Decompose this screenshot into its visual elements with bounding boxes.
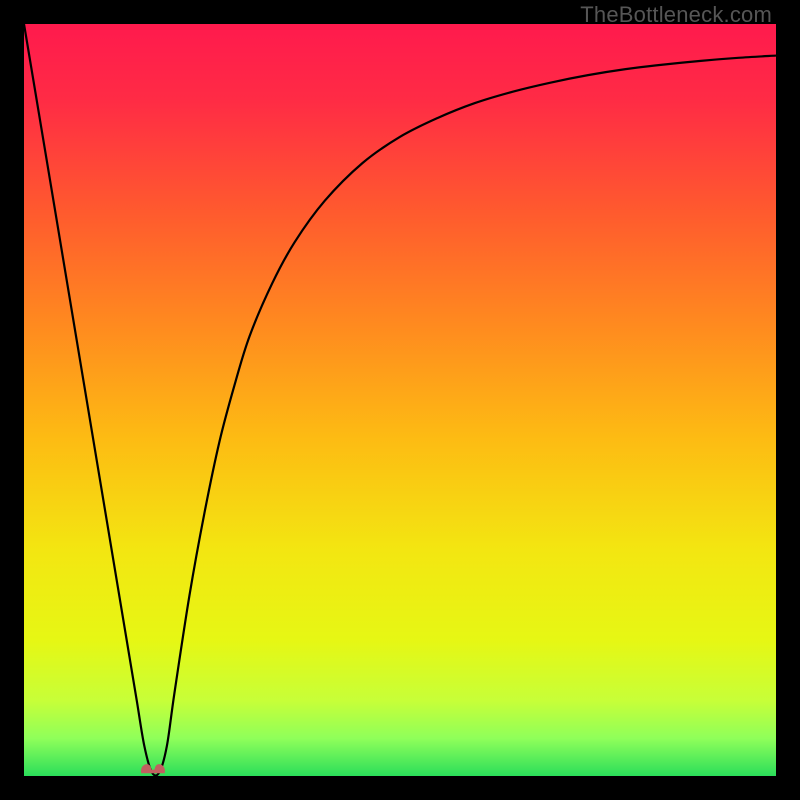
bottleneck-plot — [24, 24, 776, 776]
attribution-text: TheBottleneck.com — [580, 2, 772, 28]
chart-frame — [24, 24, 776, 776]
